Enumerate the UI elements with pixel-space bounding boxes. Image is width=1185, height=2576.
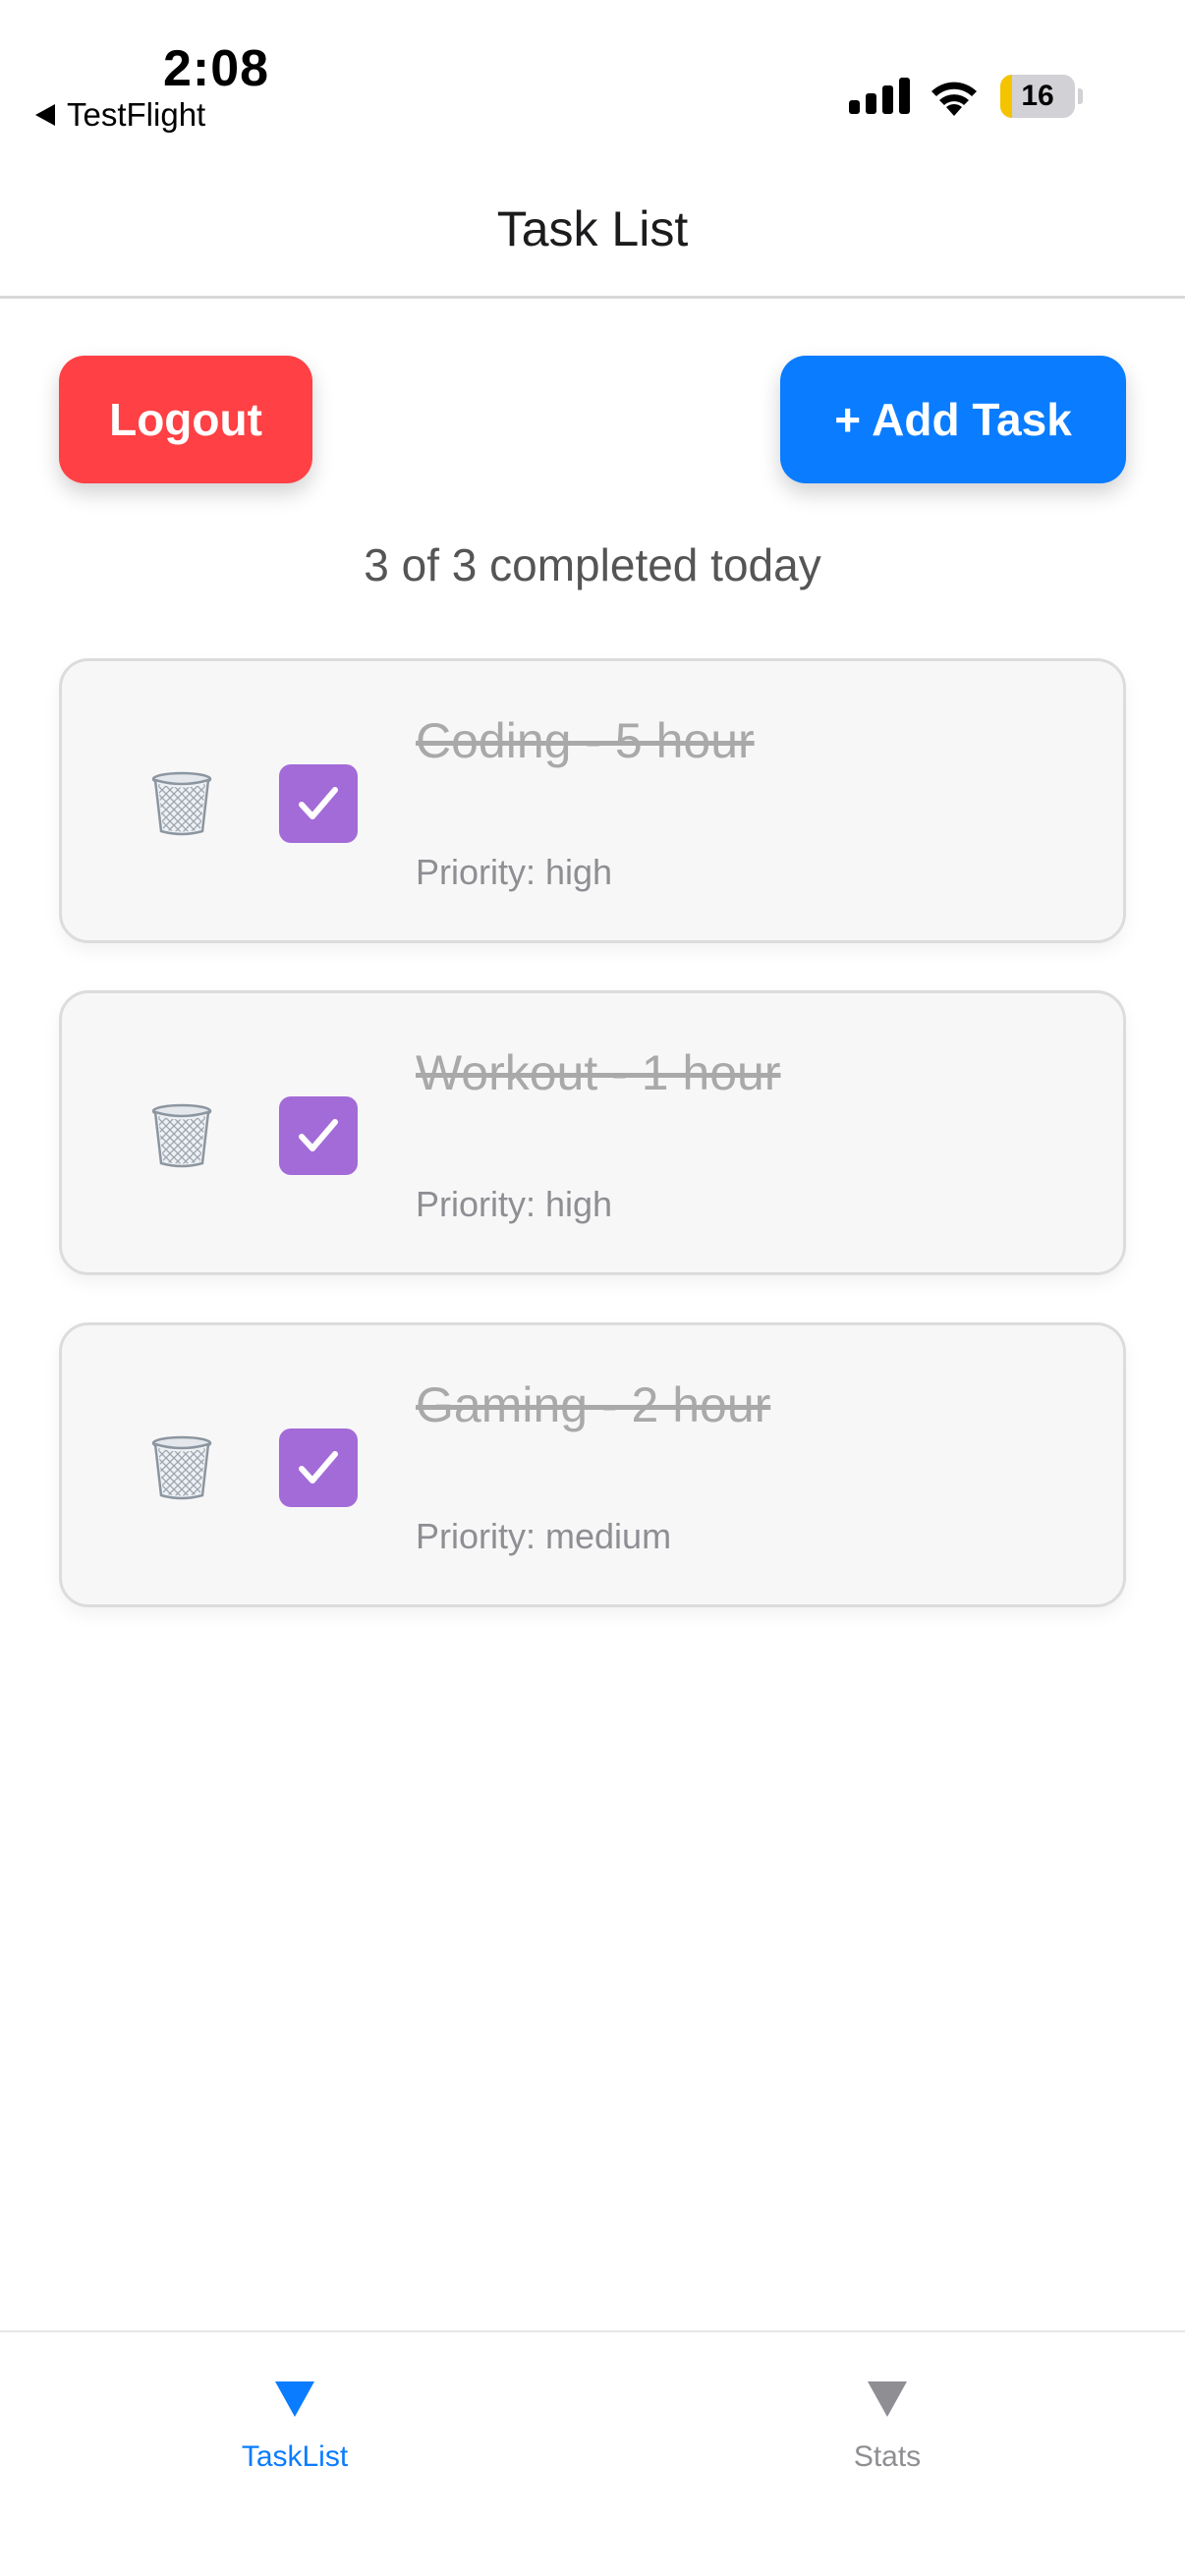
logout-button[interactable]: Logout (59, 356, 312, 483)
app-screen: 2:08 TestFlight 16 Task List Logout + Ad… (0, 0, 1185, 2576)
checkmark-icon (299, 1451, 338, 1484)
tab-label: Stats (853, 2440, 922, 2473)
task-list: Coding - 5 hour Priority: high Workout - (59, 658, 1126, 1654)
status-time: 2:08 (163, 40, 270, 97)
task-title: Gaming - 2 hour (416, 1377, 771, 1432)
task-title: Workout - 1 hour (416, 1045, 781, 1100)
completion-summary: 3 of 3 completed today (364, 539, 821, 590)
back-arrow-icon (35, 104, 55, 126)
nav-header: Task List (0, 147, 1185, 299)
back-app-label: TestFlight (67, 96, 206, 133)
trash-icon[interactable] (150, 770, 213, 837)
completed-checkbox[interactable] (279, 1428, 358, 1507)
task-priority: Priority: high (416, 1184, 613, 1224)
page-title: Task List (496, 200, 689, 256)
triangle-down-icon (275, 2381, 314, 2417)
task-title: Coding - 5 hour (416, 713, 755, 768)
completed-checkbox[interactable] (279, 1096, 358, 1175)
battery-level: 16 (1021, 80, 1054, 112)
task-priority: Priority: medium (416, 1516, 672, 1556)
battery-icon: 16 (1000, 75, 1083, 118)
checkmark-icon (299, 787, 338, 819)
task-card[interactable]: Workout - 1 hour Priority: high (59, 990, 1126, 1275)
tab-label: TaskList (241, 2440, 349, 2473)
triangle-down-icon (868, 2381, 907, 2417)
back-to-app-link[interactable]: TestFlight (35, 96, 205, 134)
tab-stats[interactable]: Stats (740, 2368, 1035, 2474)
add-task-button[interactable]: + Add Task (780, 356, 1126, 483)
wifi-icon (931, 82, 977, 116)
task-card[interactable]: Coding - 5 hour Priority: high (59, 658, 1126, 943)
status-bar: 2:08 TestFlight 16 (0, 0, 1185, 147)
trash-icon[interactable] (150, 1434, 213, 1501)
checkmark-icon (299, 1119, 338, 1151)
cellular-signal-icon (849, 77, 910, 114)
trash-icon[interactable] (150, 1102, 213, 1169)
completed-checkbox[interactable] (279, 764, 358, 843)
task-priority: Priority: high (416, 852, 613, 892)
tab-tasklist[interactable]: TaskList (147, 2368, 442, 2474)
bottom-tab-bar: TaskList Stats (0, 2330, 1185, 2576)
task-card[interactable]: Gaming - 2 hour Priority: medium (59, 1322, 1126, 1607)
